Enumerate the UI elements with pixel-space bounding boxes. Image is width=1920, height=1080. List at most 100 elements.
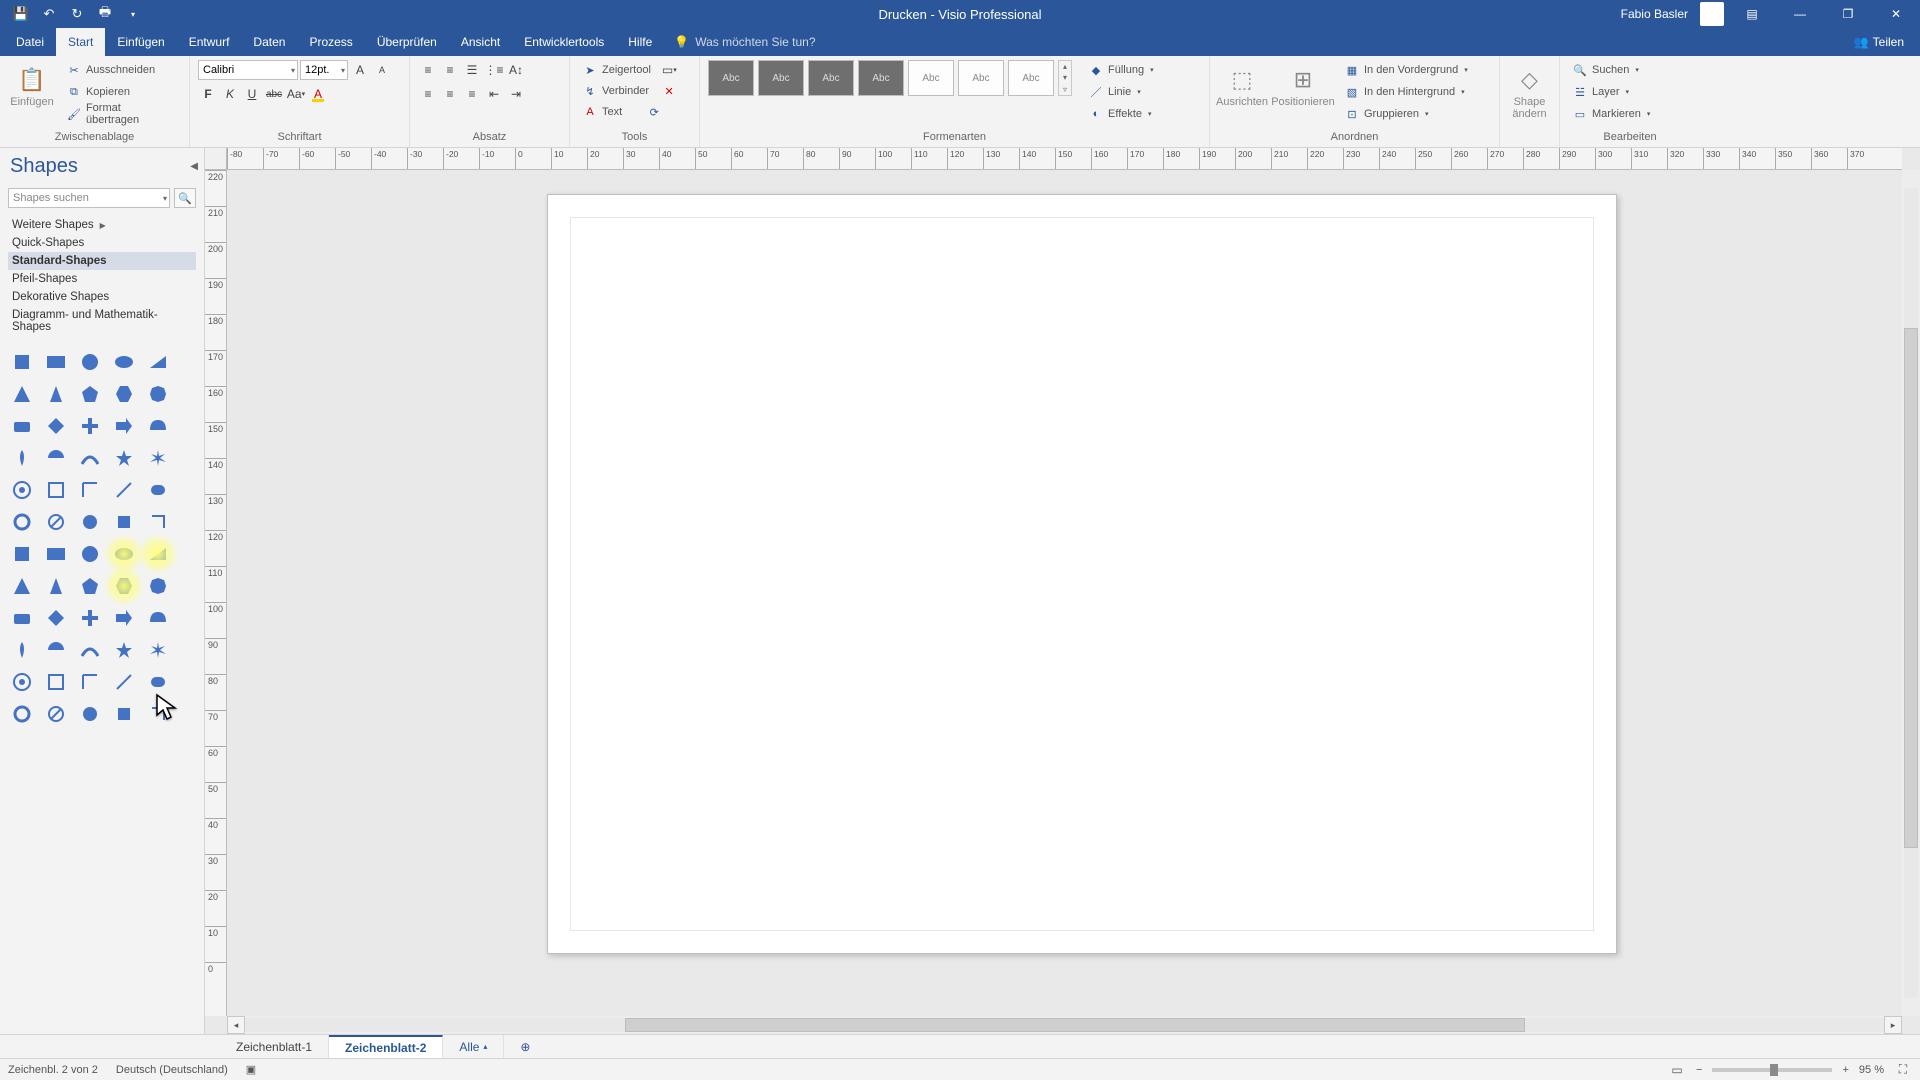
sheet-tab[interactable]: Zeichenblatt-1 [220, 1035, 329, 1058]
paste-button[interactable]: 📋 Einfügen [8, 60, 56, 108]
send-back-button[interactable]: ▧In den Hintergrund▾ [1340, 82, 1472, 102]
add-sheet-button[interactable]: ⊕ [514, 1036, 536, 1058]
drawing-canvas[interactable] [227, 170, 1902, 1016]
ruler-horizontal[interactable]: -80-70-60-50-40-30-20-100102030405060708… [227, 148, 1902, 170]
shape-stencil-item[interactable] [44, 702, 68, 726]
shape-stencil-item[interactable] [146, 446, 170, 470]
shape-stencil-item[interactable] [10, 510, 34, 534]
cut-button[interactable]: ✂Ausschneiden [62, 60, 181, 80]
position-button[interactable]: ⊞Positionieren [1272, 60, 1334, 108]
shape-stencil-item[interactable] [44, 574, 68, 598]
case-button[interactable]: Aa▾ [286, 84, 306, 104]
shape-stencil-item[interactable] [146, 542, 170, 566]
shape-stencil-item[interactable] [10, 414, 34, 438]
shape-stencil-item[interactable] [146, 478, 170, 502]
shapes-category[interactable]: Dekorative Shapes [8, 288, 196, 306]
find-button[interactable]: 🔍Suchen▾ [1568, 60, 1654, 80]
bullets-button[interactable]: ☰ [462, 60, 482, 80]
shape-stencil-item[interactable] [44, 350, 68, 374]
shape-stencil-item[interactable] [78, 542, 102, 566]
zoom-value[interactable]: 95 % [1859, 1064, 1884, 1076]
redo-button[interactable]: ↻ [66, 3, 88, 25]
shape-stencil-item[interactable] [112, 478, 136, 502]
format-painter-button[interactable]: 🖌Format übertragen [62, 104, 181, 124]
h-scrollbar[interactable]: ◂ ▸ [227, 1016, 1902, 1034]
shape-stencil-item[interactable] [146, 350, 170, 374]
menu-tab-entwicklertools[interactable]: Entwicklertools [512, 28, 616, 56]
indent-dec-button[interactable]: ⇤ [484, 84, 504, 104]
menu-tab-ansicht[interactable]: Ansicht [449, 28, 512, 56]
style-gallery[interactable]: Abc Abc Abc Abc Abc Abc Abc ▴▾▿ [708, 60, 1072, 96]
shapes-search-input[interactable]: Shapes suchen▾ [8, 188, 170, 208]
pointer-tool-button[interactable]: ➤Zeigertool▭▾ [578, 60, 682, 80]
shapes-category[interactable]: Diagramm- und Mathematik-Shapes [8, 306, 196, 336]
zoom-in-button[interactable]: + [1842, 1064, 1848, 1076]
strike-button[interactable]: abc [264, 84, 284, 104]
scroll-left-button[interactable]: ◂ [227, 1016, 245, 1034]
italic-button[interactable]: K [220, 84, 240, 104]
shape-stencil-item[interactable] [44, 414, 68, 438]
shape-stencil-item[interactable] [78, 574, 102, 598]
tell-me-search[interactable]: 💡 Was möchten Sie tun? [674, 35, 815, 49]
shapes-cat-more[interactable]: Weitere Shapes▶ [8, 216, 196, 234]
style-swatch[interactable]: Abc [758, 60, 804, 96]
line-button[interactable]: ／Linie▾ [1084, 82, 1158, 102]
menu-tab-einfügen[interactable]: Einfügen [105, 28, 176, 56]
font-size-combo[interactable]: 12pt.▾ [300, 60, 348, 80]
menu-tab-prozess[interactable]: Prozess [297, 28, 364, 56]
shape-stencil-item[interactable] [10, 446, 34, 470]
shape-stencil-item[interactable] [112, 606, 136, 630]
shape-stencil-item[interactable] [44, 446, 68, 470]
shape-stencil-item[interactable] [44, 606, 68, 630]
shape-stencil-item[interactable] [78, 606, 102, 630]
connector-tool-button[interactable]: ↯Verbinder✕ [578, 81, 681, 101]
menu-tab-daten[interactable]: Daten [241, 28, 297, 56]
shape-stencil-item[interactable] [44, 670, 68, 694]
shape-stencil-item[interactable] [112, 542, 136, 566]
style-swatch[interactable]: Abc [1008, 60, 1054, 96]
shape-stencil-item[interactable] [10, 350, 34, 374]
menu-tab-start[interactable]: Start [56, 28, 105, 56]
shape-stencil-item[interactable] [112, 414, 136, 438]
align-center-button[interactable]: ≡ [440, 84, 460, 104]
style-swatch[interactable]: Abc [958, 60, 1004, 96]
close-button[interactable]: ✕ [1876, 0, 1916, 28]
align-right-button[interactable]: ≡ [462, 84, 482, 104]
undo-button[interactable]: ↶ [38, 3, 60, 25]
shape-dropdown[interactable]: ▭▾ [661, 60, 678, 80]
shape-stencil-item[interactable] [112, 382, 136, 406]
status-language[interactable]: Deutsch (Deutschland) [116, 1064, 228, 1076]
ruler-vertical[interactable]: 2202102001901801701601501401301201101009… [205, 170, 227, 1016]
shape-stencil-item[interactable] [146, 606, 170, 630]
select-button[interactable]: ▭Markieren▾ [1568, 104, 1654, 124]
shape-stencil-item[interactable] [146, 638, 170, 662]
menu-tab-überprüfen[interactable]: Überprüfen [365, 28, 449, 56]
align-button[interactable]: ⬚Ausrichten [1218, 60, 1266, 108]
shape-stencil-item[interactable] [10, 702, 34, 726]
shape-stencil-item[interactable] [10, 382, 34, 406]
qat-more-button[interactable]: ▾ [122, 3, 144, 25]
shapes-category[interactable]: Pfeil-Shapes [8, 270, 196, 288]
minimize-button[interactable]: — [1780, 0, 1820, 28]
bold-button[interactable]: F [198, 84, 218, 104]
zoom-slider[interactable] [1712, 1068, 1832, 1072]
shape-stencil-item[interactable] [112, 446, 136, 470]
shape-stencil-item[interactable] [78, 670, 102, 694]
sheet-tab[interactable]: Zeichenblatt-2 [329, 1035, 443, 1058]
v-scroll-thumb[interactable] [1904, 328, 1918, 848]
shape-stencil-item[interactable] [10, 542, 34, 566]
shape-stencil-item[interactable] [112, 350, 136, 374]
shape-stencil-item[interactable] [78, 446, 102, 470]
shape-stencil-item[interactable] [10, 606, 34, 630]
shape-stencil-item[interactable] [146, 574, 170, 598]
zoom-out-button[interactable]: − [1696, 1064, 1702, 1076]
menu-tab-datei[interactable]: Datei [4, 28, 56, 56]
shape-stencil-item[interactable] [146, 414, 170, 438]
shape-stencil-item[interactable] [44, 478, 68, 502]
shape-stencil-item[interactable] [44, 382, 68, 406]
collapse-panel-button[interactable]: ◀ [190, 161, 198, 172]
macro-recording-icon[interactable]: ▣ [246, 1063, 256, 1076]
fill-button[interactable]: ◆Füllung▾ [1084, 60, 1158, 80]
shape-stencil-item[interactable] [146, 702, 170, 726]
shape-stencil-item[interactable] [78, 350, 102, 374]
